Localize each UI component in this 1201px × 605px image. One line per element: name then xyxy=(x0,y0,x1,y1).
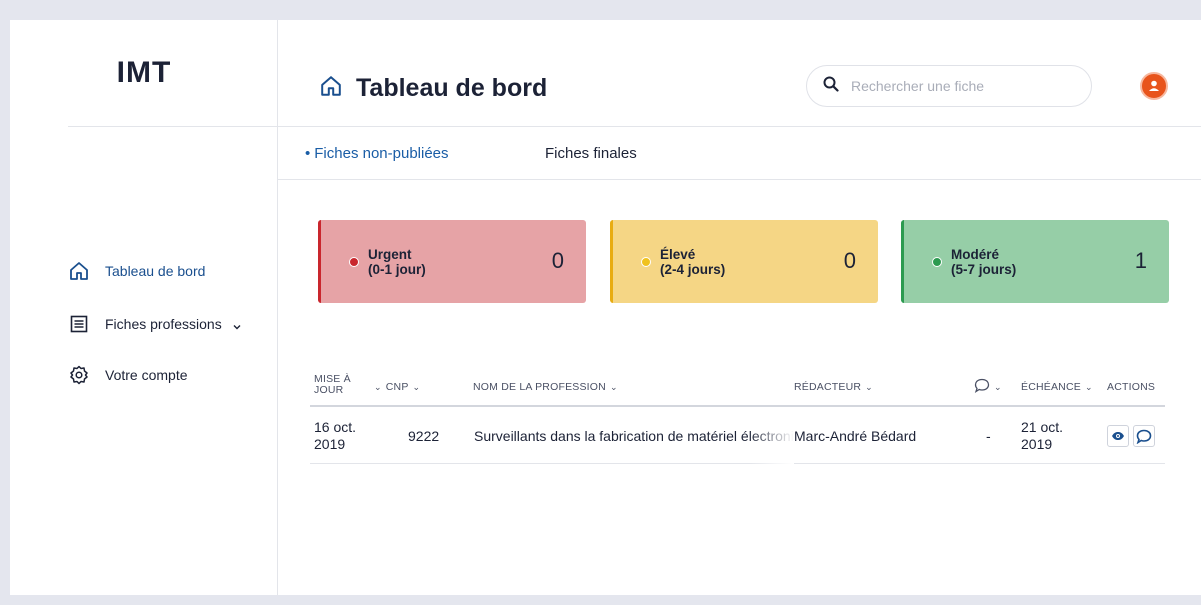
cell-mise-a-jour: 16 oct. 2019 xyxy=(314,408,356,464)
table-header: MISE À JOUR ⌄ CNP ⌄ NOM DE LA PROFESSION… xyxy=(310,367,1165,407)
card-title: Modéré xyxy=(951,246,1000,262)
search-icon xyxy=(823,76,839,97)
user-icon xyxy=(1149,80,1159,91)
priority-card-urgent[interactable]: Urgent (0-1 jour) 0 xyxy=(318,220,586,303)
cell-text: 21 oct. xyxy=(1021,419,1064,435)
column-header-label: ACTIONS xyxy=(1107,381,1156,393)
fade-overlay xyxy=(749,408,794,464)
column-header-nom-profession[interactable]: NOM DE LA PROFESSION ⌄ xyxy=(473,367,618,407)
avatar[interactable] xyxy=(1140,72,1168,100)
cell-text: 16 oct. xyxy=(314,419,357,435)
app-logo: IMT xyxy=(116,56,172,89)
tab-fiches-non-publiees[interactable]: Fiches non-publiées xyxy=(305,145,448,162)
comment-icon xyxy=(1136,429,1152,444)
cell-text: 2019 xyxy=(314,436,346,452)
card-range: (2-4 jours) xyxy=(660,261,726,277)
sidebar-item-votre-compte[interactable]: Votre compte xyxy=(68,364,188,386)
card-title: Élevé xyxy=(660,246,696,262)
column-header-label: JOUR xyxy=(314,384,344,396)
sidebar-item-label: Votre compte xyxy=(105,367,188,383)
column-header-mise-a-jour[interactable]: MISE À JOUR xyxy=(314,365,351,405)
card-label: Élevé (2-4 jours) xyxy=(660,247,725,277)
status-dot-icon xyxy=(641,256,651,267)
table-row[interactable]: 16 oct. 2019 9222 Surveillants dans la f… xyxy=(310,408,1165,464)
chevron-down-icon: ⌄ xyxy=(609,381,618,392)
card-title: Urgent xyxy=(368,246,412,262)
column-header-actions: ACTIONS xyxy=(1107,367,1155,407)
sidebar-item-label: Fiches professions xyxy=(105,316,222,332)
sidebar-item-label: Tableau de bord xyxy=(105,263,206,279)
cell-comments: - xyxy=(986,428,991,444)
cell-redacteur: Marc-André Bédard xyxy=(794,428,917,444)
chevron-down-icon: ⌄ xyxy=(374,381,382,392)
header: Tableau de bord xyxy=(278,20,1201,126)
column-header-label: RÉDACTEUR xyxy=(794,381,862,393)
cell-text: Surveillants dans la fabrication de maté… xyxy=(474,428,794,444)
chevron-down-icon: ⌄ xyxy=(994,381,1002,392)
home-icon xyxy=(320,75,342,102)
tab-fiches-finales[interactable]: Fiches finales xyxy=(545,145,637,162)
gear-icon xyxy=(68,364,90,386)
list-icon xyxy=(68,313,90,335)
card-range: (0-1 jour) xyxy=(368,261,426,277)
card-range: (5-7 jours) xyxy=(951,261,1017,277)
column-header-label: CNP xyxy=(385,381,409,393)
column-header-comments[interactable]: ⌄ xyxy=(974,367,1002,407)
search-input[interactable] xyxy=(851,78,1051,94)
home-icon xyxy=(68,260,90,282)
column-header-label: NOM DE LA PROFESSION xyxy=(473,381,606,393)
chevron-down-icon: ⌄ xyxy=(1084,381,1093,392)
comment-icon xyxy=(974,378,990,396)
card-label: Urgent (0-1 jour) xyxy=(368,247,426,277)
column-header-cnp[interactable]: ⌄ CNP ⌄ xyxy=(374,367,420,407)
chevron-down-icon: ⌄ xyxy=(412,381,421,392)
card-count: 0 xyxy=(551,248,564,273)
column-header-redacteur[interactable]: RÉDACTEUR ⌄ xyxy=(794,367,873,407)
page-title: Tableau de bord xyxy=(320,74,547,103)
page-title-text: Tableau de bord xyxy=(356,74,548,102)
view-button[interactable] xyxy=(1107,425,1129,447)
cell-profession: Surveillants dans la fabrication de maté… xyxy=(474,408,794,464)
search-box xyxy=(806,65,1092,107)
column-header-label: ÉCHÉANCE xyxy=(1021,381,1081,393)
divider xyxy=(68,126,278,127)
cell-text: 2019 xyxy=(1021,436,1053,452)
column-header-echeance[interactable]: ÉCHÉANCE ⌄ xyxy=(1021,367,1093,407)
priority-card-modere[interactable]: Modéré (5-7 jours) 1 xyxy=(901,220,1169,303)
app-window: IMT Tableau de bord Fiches professions V… xyxy=(10,20,1201,595)
status-dot-icon xyxy=(932,256,942,267)
cell-echeance: 21 oct. 2019 xyxy=(1021,408,1063,464)
status-dot-icon xyxy=(349,256,359,267)
priority-card-eleve[interactable]: Élevé (2-4 jours) 0 xyxy=(610,220,878,303)
chevron-down-icon: ⌄ xyxy=(865,381,873,392)
card-count: 0 xyxy=(843,248,856,273)
sidebar: IMT Tableau de bord Fiches professions V… xyxy=(10,20,278,595)
chevron-down-icon[interactable] xyxy=(232,319,242,330)
tab-bar: Fiches non-publiées Fiches finales xyxy=(278,127,1201,180)
sidebar-item-fiches-professions[interactable]: Fiches professions xyxy=(68,313,242,335)
sidebar-item-tableau-de-bord[interactable]: Tableau de bord xyxy=(68,260,205,282)
eye-icon xyxy=(1112,432,1124,440)
card-label: Modéré (5-7 jours) xyxy=(951,247,1016,277)
comment-button[interactable] xyxy=(1133,425,1155,447)
cell-cnp: 9222 xyxy=(408,428,440,444)
card-count: 1 xyxy=(1134,248,1147,273)
